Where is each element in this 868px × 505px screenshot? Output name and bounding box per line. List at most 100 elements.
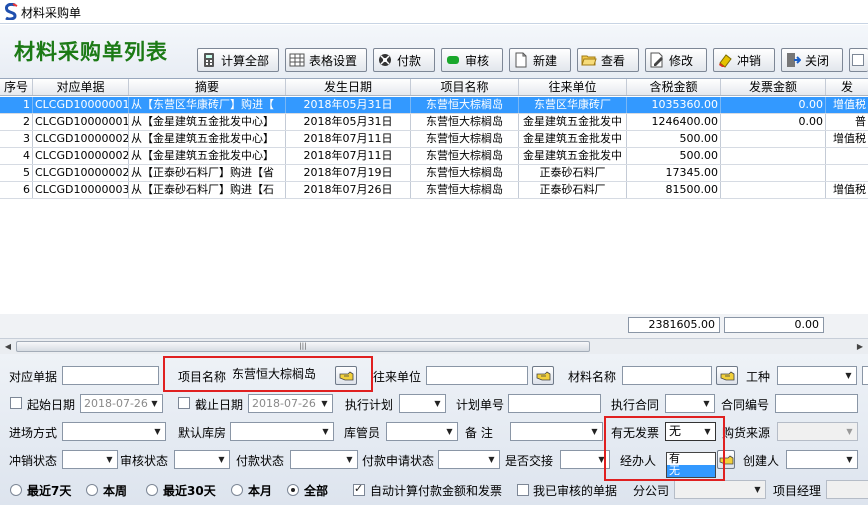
period-radio-7days[interactable] <box>10 484 22 496</box>
table-row[interactable]: 6 CLCGD100000031 从【正泰砂石料厂】购进【石 2018年07月26日东… <box>0 182 868 199</box>
scroll-right-icon[interactable]: ▶ <box>853 340 867 353</box>
col-header-summary[interactable]: 摘要 <box>129 79 286 95</box>
start-date-picker[interactable]: 2018-07-26 ▼ <box>80 394 163 413</box>
close-button[interactable]: 关闭 <box>781 48 843 72</box>
note-select[interactable]: ▼ <box>510 422 603 441</box>
calc-all-button[interactable]: 计算全部 <box>197 48 279 72</box>
edit-button[interactable]: 修改 <box>645 48 707 72</box>
pm-select[interactable] <box>826 480 868 499</box>
start-date-checkbox[interactable] <box>10 397 22 409</box>
pay-button[interactable]: 付款 <box>373 48 435 72</box>
col-header-doc[interactable]: 对应单据 <box>33 79 129 95</box>
calc-all-label: 计算全部 <box>221 53 270 68</box>
folder-open-icon <box>581 55 597 66</box>
my-reviewed-checkbox[interactable] <box>517 484 529 496</box>
new-button[interactable]: 新建 <box>509 48 571 72</box>
contract-no-input[interactable] <box>775 394 858 413</box>
pay-status-select[interactable]: ▼ <box>290 450 358 469</box>
extra-option-checkbox[interactable] <box>849 48 868 72</box>
invoice-dropdown-list[interactable]: 有 无 <box>666 452 716 478</box>
plan-no-label: 计划单号 <box>456 398 505 412</box>
period-radio-week[interactable] <box>86 484 98 496</box>
pm-label: 项目经理 <box>773 484 822 498</box>
doc-input[interactable] <box>62 366 159 385</box>
table-row[interactable]: 4 CLCGD100000025 从【金星建筑五金批发中心】 2018年07月11日东… <box>0 148 868 165</box>
project-input[interactable]: 东营恒大棕榈岛 <box>229 366 331 385</box>
period-radio-month[interactable] <box>231 484 243 496</box>
auto-calc-checkbox[interactable] <box>353 482 365 496</box>
offset-status-select[interactable]: ▼ <box>62 450 118 469</box>
branch-select[interactable]: ▼ <box>674 480 766 499</box>
handler-picker-button[interactable] <box>717 450 735 469</box>
period-radio-all[interactable] <box>287 484 299 496</box>
col-header-project[interactable]: 项目名称 <box>411 79 519 95</box>
col-header-partner[interactable]: 往来单位 <box>519 79 627 95</box>
project-label: 项目名称 <box>178 370 227 384</box>
col-header-invoice-amount[interactable]: 发票金额 <box>721 79 826 95</box>
scroll-left-icon[interactable]: ◀ <box>1 340 15 353</box>
cell-partner: 正泰砂石料厂 <box>519 182 627 198</box>
auto-calc-label: 自动计算付款金额和发票 <box>370 484 503 498</box>
entry-label: 进场方式 <box>9 426 58 440</box>
keeper-select[interactable]: ▼ <box>386 422 458 441</box>
invoice-label: 有无发票 <box>611 426 660 440</box>
invoice-option-no[interactable]: 无 <box>667 465 715 477</box>
contract-select[interactable]: ▼ <box>665 394 715 413</box>
table-settings-button[interactable]: 表格设置 <box>285 48 367 72</box>
material-picker-button[interactable] <box>716 366 738 385</box>
cell-project: 东营恒大棕榈岛 <box>411 165 519 181</box>
total-invoice-amount: 0.00 <box>724 317 824 333</box>
period-radio-30days[interactable] <box>146 484 158 496</box>
cell-project: 东营恒大棕榈岛 <box>411 114 519 130</box>
filter-panel: 对应单据 项目名称 东营恒大棕榈岛 往来单位 材料名称 工种 ▼ 起始日期 20… <box>0 354 868 505</box>
partner-picker-button[interactable] <box>532 366 554 385</box>
plan-select[interactable]: ▼ <box>399 394 446 413</box>
chevron-down-icon: ▼ <box>218 455 225 464</box>
purchase-order-grid[interactable]: 序号 对应单据 摘要 发生日期 项目名称 往来单位 含税金额 发票金额 发 1C… <box>0 78 868 314</box>
cell-tax-amount: 1246400.00 <box>627 114 721 130</box>
end-date-picker[interactable]: 2018-07-26 ▼ <box>248 394 333 413</box>
chevron-down-icon: ▼ <box>846 427 853 436</box>
overflow-select[interactable] <box>862 366 868 385</box>
cell-doc: CLCGD100000015 <box>35 114 129 130</box>
worktype-select[interactable]: ▼ <box>777 366 857 385</box>
chevron-down-icon: ▼ <box>598 455 605 464</box>
chevron-down-icon: ▼ <box>322 427 329 436</box>
warehouse-select[interactable]: ▼ <box>230 422 334 441</box>
invoice-select[interactable]: 无 ▼ <box>665 422 716 441</box>
material-input[interactable] <box>622 366 712 385</box>
table-row[interactable]: 2 CLCGD100000015 从【金星建筑五金批发中心】 2018年05月31日东… <box>0 114 868 131</box>
col-header-tax-amount[interactable]: 含税金额 <box>627 79 721 95</box>
cell-doc: CLCGD100000024 <box>35 131 129 147</box>
review-button[interactable]: 审核 <box>441 48 503 72</box>
source-label: 购货来源 <box>722 426 771 440</box>
offset-button[interactable]: 冲销 <box>713 48 775 72</box>
cell-seq: 4 <box>0 148 33 164</box>
table-row[interactable]: 5 CLCGD100000028 从【正泰砂石料厂】购进【省 2018年07月19日东… <box>0 165 868 182</box>
col-header-seq[interactable]: 序号 <box>0 79 33 95</box>
material-label: 材料名称 <box>568 370 617 384</box>
col-header-invoice-type[interactable]: 发 <box>826 79 868 95</box>
col-header-date[interactable]: 发生日期 <box>286 79 411 95</box>
partner-input[interactable] <box>426 366 528 385</box>
scrollbar-thumb[interactable]: ||| <box>16 341 590 352</box>
end-date-checkbox[interactable] <box>178 397 190 409</box>
creator-select[interactable]: ▼ <box>786 450 858 469</box>
chevron-down-icon: ▼ <box>846 455 853 464</box>
horizontal-scrollbar[interactable]: ◀ ||| ▶ <box>0 338 868 354</box>
handover-select[interactable]: ▼ <box>560 450 610 469</box>
plan-no-input[interactable] <box>508 394 601 413</box>
source-select[interactable]: ▼ <box>777 422 858 441</box>
pay-request-select[interactable]: ▼ <box>438 450 500 469</box>
entry-select[interactable]: ▼ <box>62 422 166 441</box>
cell-summary: 从【正泰砂石料厂】购进【石 <box>129 182 286 198</box>
project-picker-button[interactable] <box>335 366 357 385</box>
view-button[interactable]: 查看 <box>577 48 639 72</box>
edit-document-icon <box>650 52 663 68</box>
table-row[interactable]: 1 CLCGD100000014 从【东营区华康砖厂】购进【 2018年05月31日东… <box>0 97 868 114</box>
cell-date: 2018年07月11日 <box>286 148 411 164</box>
invoice-select-value: 无 <box>669 424 682 438</box>
cell-summary: 从【金星建筑五金批发中心】 <box>129 114 286 130</box>
table-row[interactable]: 3 CLCGD100000024 从【金星建筑五金批发中心】 2018年07月11日东… <box>0 131 868 148</box>
review-status-select[interactable]: ▼ <box>174 450 230 469</box>
